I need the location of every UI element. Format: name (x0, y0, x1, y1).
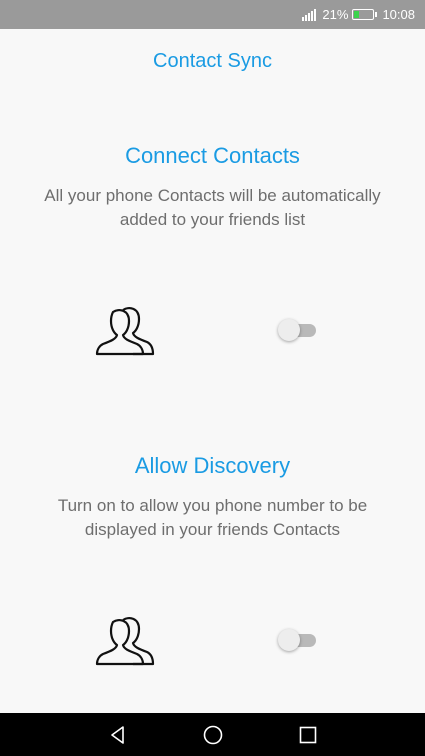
battery-percent: 21% (322, 7, 349, 22)
allow-discovery-toggle[interactable] (278, 628, 318, 652)
screen: 21% 10:08 Contact Sync Connect Contacts … (0, 0, 425, 756)
toggle-thumb (278, 319, 300, 341)
page-title: Contact Sync (153, 50, 272, 72)
status-bar: 21% 10:08 (0, 0, 425, 29)
navigation-bar (0, 713, 425, 756)
contacts-icon (95, 617, 155, 666)
allow-discovery-description: Turn on to allow you phone number to be … (57, 496, 368, 539)
recents-icon[interactable] (296, 723, 320, 747)
connect-contacts-toggle[interactable] (278, 318, 318, 342)
battery-icon (352, 9, 378, 20)
toggle-thumb (278, 629, 300, 651)
connect-contacts-title: Connect Contacts (125, 143, 300, 168)
signal-icon (302, 8, 317, 21)
back-icon[interactable] (106, 723, 130, 747)
status-time: 10:08 (382, 7, 415, 22)
contacts-icon (95, 307, 155, 356)
allow-discovery-title: Allow Discovery (134, 453, 291, 478)
connect-contacts-description: All your phone Contacts will be automati… (44, 186, 381, 229)
home-icon[interactable] (201, 723, 225, 747)
